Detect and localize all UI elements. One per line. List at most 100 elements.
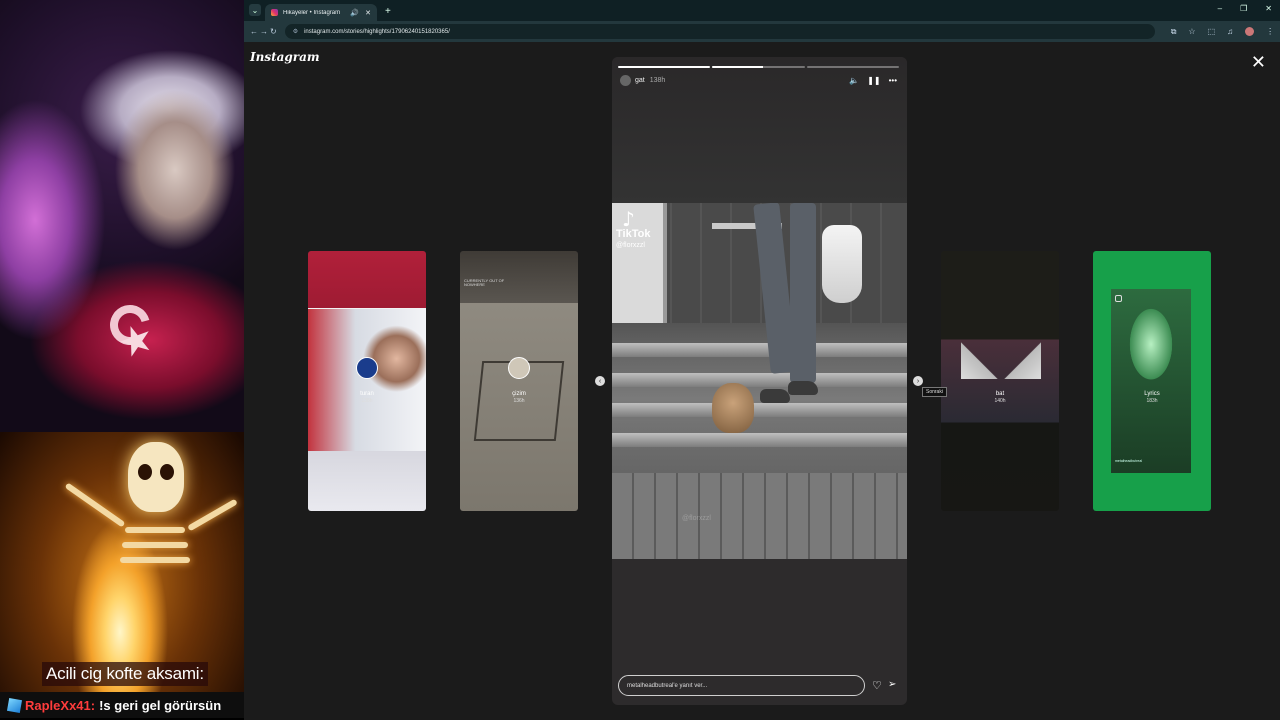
video-step bbox=[612, 403, 907, 417]
tab-title: Hikayeler • Instagram bbox=[283, 9, 341, 16]
stories-viewer: Instagram ✕ turan 138h CURRENTLY OUT OF … bbox=[244, 42, 1280, 720]
progress-segment bbox=[712, 66, 805, 68]
story-username[interactable]: gat bbox=[635, 77, 645, 84]
browser-tab[interactable]: Hikayeler • Instagram 🔊 ✕ bbox=[265, 4, 377, 21]
chat-username: RapleXx41: bbox=[25, 697, 96, 713]
preview-footer: metalheadbutreal bbox=[1115, 459, 1143, 463]
instagram-logo[interactable]: Instagram bbox=[250, 50, 320, 64]
rib bbox=[125, 527, 185, 533]
preview-time: 136h bbox=[513, 398, 525, 405]
progress-fill bbox=[618, 66, 711, 68]
webcam-feed: ★ bbox=[0, 0, 244, 432]
instagram-glyph-icon bbox=[1115, 295, 1122, 302]
progress-segment bbox=[806, 66, 899, 68]
video-pavement bbox=[612, 473, 907, 559]
close-stories-button[interactable]: ✕ bbox=[1251, 52, 1266, 73]
story-header: gat 138h bbox=[620, 75, 665, 86]
video-step bbox=[612, 343, 907, 357]
close-window-button[interactable]: ✕ bbox=[1265, 4, 1272, 13]
story-video: ♪ TikTok @florxzzl @florxzzl bbox=[612, 203, 907, 559]
forward-button[interactable]: → bbox=[260, 27, 268, 36]
browser-window: ⌄ Hikayeler • Instagram 🔊 ✕ + – ❐ ✕ ← → … bbox=[244, 0, 1280, 720]
video-puppy bbox=[712, 383, 754, 433]
chat-text: !s geri gel görürsün bbox=[99, 697, 222, 713]
story-preview-bat[interactable]: bat 140h bbox=[941, 251, 1059, 511]
story-avatar[interactable] bbox=[620, 75, 631, 86]
pause-icon[interactable]: ❚❚ bbox=[867, 76, 880, 85]
story-preview-turan[interactable]: turan 138h bbox=[308, 251, 426, 511]
video-shoe bbox=[760, 389, 790, 403]
preview-figure bbox=[1111, 289, 1191, 473]
preview-name: turan bbox=[360, 391, 374, 397]
stream-caption: Acili cig kofte aksami: bbox=[42, 662, 208, 686]
video-bag bbox=[822, 225, 862, 303]
extensions-icon[interactable]: ⬚ bbox=[1208, 27, 1216, 37]
skeleton-gif bbox=[0, 432, 244, 692]
progress-fill bbox=[712, 66, 764, 68]
preview-time: 183h bbox=[1146, 398, 1158, 405]
tab-search-button[interactable]: ⌄ bbox=[249, 4, 261, 16]
new-tab-button[interactable]: + bbox=[385, 6, 391, 17]
tiktok-brand: TikTok bbox=[616, 228, 651, 240]
story-preview-cizim[interactable]: CURRENTLY OUT OF NOWHERE çizim 136h bbox=[460, 251, 578, 511]
screen: ★ Acili cig kofte aksami: RapleXx41: !s … bbox=[0, 0, 1280, 720]
arm bbox=[64, 482, 126, 528]
preview-label: bat 140h bbox=[941, 391, 1059, 404]
url-text: instagram.com/stories/highlights/1790624… bbox=[304, 28, 450, 35]
toolbar: ← → ↻ ⚙ instagram.com/stories/highlights… bbox=[244, 21, 1280, 42]
reload-button[interactable]: ↻ bbox=[270, 27, 277, 36]
story-progress-bar bbox=[618, 66, 899, 68]
previous-story-button[interactable]: ‹ bbox=[595, 376, 605, 386]
rib bbox=[122, 542, 188, 548]
next-story-button[interactable]: › bbox=[913, 376, 923, 386]
more-options-icon[interactable]: ••• bbox=[889, 76, 897, 85]
preview-avatar bbox=[508, 357, 530, 379]
minimize-button[interactable]: – bbox=[1218, 4, 1222, 13]
flag-star-icon: ★ bbox=[111, 313, 161, 369]
preview-caption: CURRENTLY OUT OF NOWHERE bbox=[464, 278, 505, 288]
arm bbox=[187, 498, 238, 532]
address-bar[interactable]: ⚙ instagram.com/stories/highlights/17906… bbox=[284, 24, 1155, 39]
toolbar-right: ⧉ ☆ ⬚ ♫ ⋮ bbox=[1171, 26, 1274, 37]
close-tab-icon[interactable]: ✕ bbox=[365, 9, 371, 17]
preview-name: Lyrics bbox=[1144, 391, 1160, 397]
volume-icon[interactable]: 🔈 bbox=[849, 76, 859, 85]
video-leg bbox=[790, 203, 816, 383]
window-controls: – ❐ ✕ bbox=[1218, 4, 1272, 13]
instagram-favicon-icon bbox=[271, 9, 278, 16]
preview-name: çizim bbox=[512, 391, 526, 397]
story-time: 138h bbox=[649, 77, 666, 84]
site-info-icon[interactable]: ⚙ bbox=[293, 28, 298, 35]
preview-time: 140h bbox=[994, 398, 1006, 405]
preview-avatar bbox=[356, 357, 378, 379]
install-app-icon[interactable]: ⧉ bbox=[1171, 27, 1177, 37]
preview-label: çizim 136h bbox=[460, 391, 578, 404]
menu-icon[interactable]: ⋮ bbox=[1266, 27, 1274, 37]
video-watermark: @florxzzl bbox=[682, 515, 711, 522]
active-story[interactable]: gat 138h 🔈 ❚❚ ••• ♪ TikTok @florxzzl @fl… bbox=[612, 57, 907, 705]
progress-segment bbox=[618, 66, 711, 68]
tiktok-handle: @florxzzl bbox=[616, 242, 645, 249]
bookmark-star-icon[interactable]: ☆ bbox=[1188, 27, 1195, 37]
like-heart-icon[interactable]: ♡ bbox=[872, 679, 882, 692]
reply-input[interactable]: metalheadbutreal'e yanıt ver... bbox=[618, 675, 865, 696]
story-preview-lyrics[interactable]: Lyrics 183h metalheadbutreal bbox=[1093, 251, 1211, 511]
tiktok-watermark: ♪ TikTok @florxzzl bbox=[616, 209, 650, 249]
profile-avatar[interactable] bbox=[1245, 26, 1255, 36]
maximize-button[interactable]: ❐ bbox=[1240, 4, 1247, 13]
media-icon[interactable]: ♫ bbox=[1227, 27, 1233, 37]
next-tooltip: Sonraki bbox=[922, 387, 947, 397]
video-shoe bbox=[788, 381, 818, 395]
preview-label: turan 138h bbox=[308, 391, 426, 404]
skull-icon bbox=[128, 442, 184, 512]
rib bbox=[120, 557, 190, 563]
speaker-icon[interactable]: 🔊 bbox=[350, 9, 359, 17]
preview-label: Lyrics 183h bbox=[1093, 391, 1211, 404]
tab-bar: ⌄ Hikayeler • Instagram 🔊 ✕ + – ❐ ✕ bbox=[244, 0, 1280, 21]
preview-bat-image bbox=[961, 339, 1041, 379]
cube-badge-icon bbox=[6, 697, 23, 713]
preview-time: 138h bbox=[361, 398, 373, 405]
send-icon[interactable]: ➢ bbox=[888, 679, 896, 690]
video-step bbox=[612, 433, 907, 447]
back-button[interactable]: ← bbox=[250, 27, 258, 36]
